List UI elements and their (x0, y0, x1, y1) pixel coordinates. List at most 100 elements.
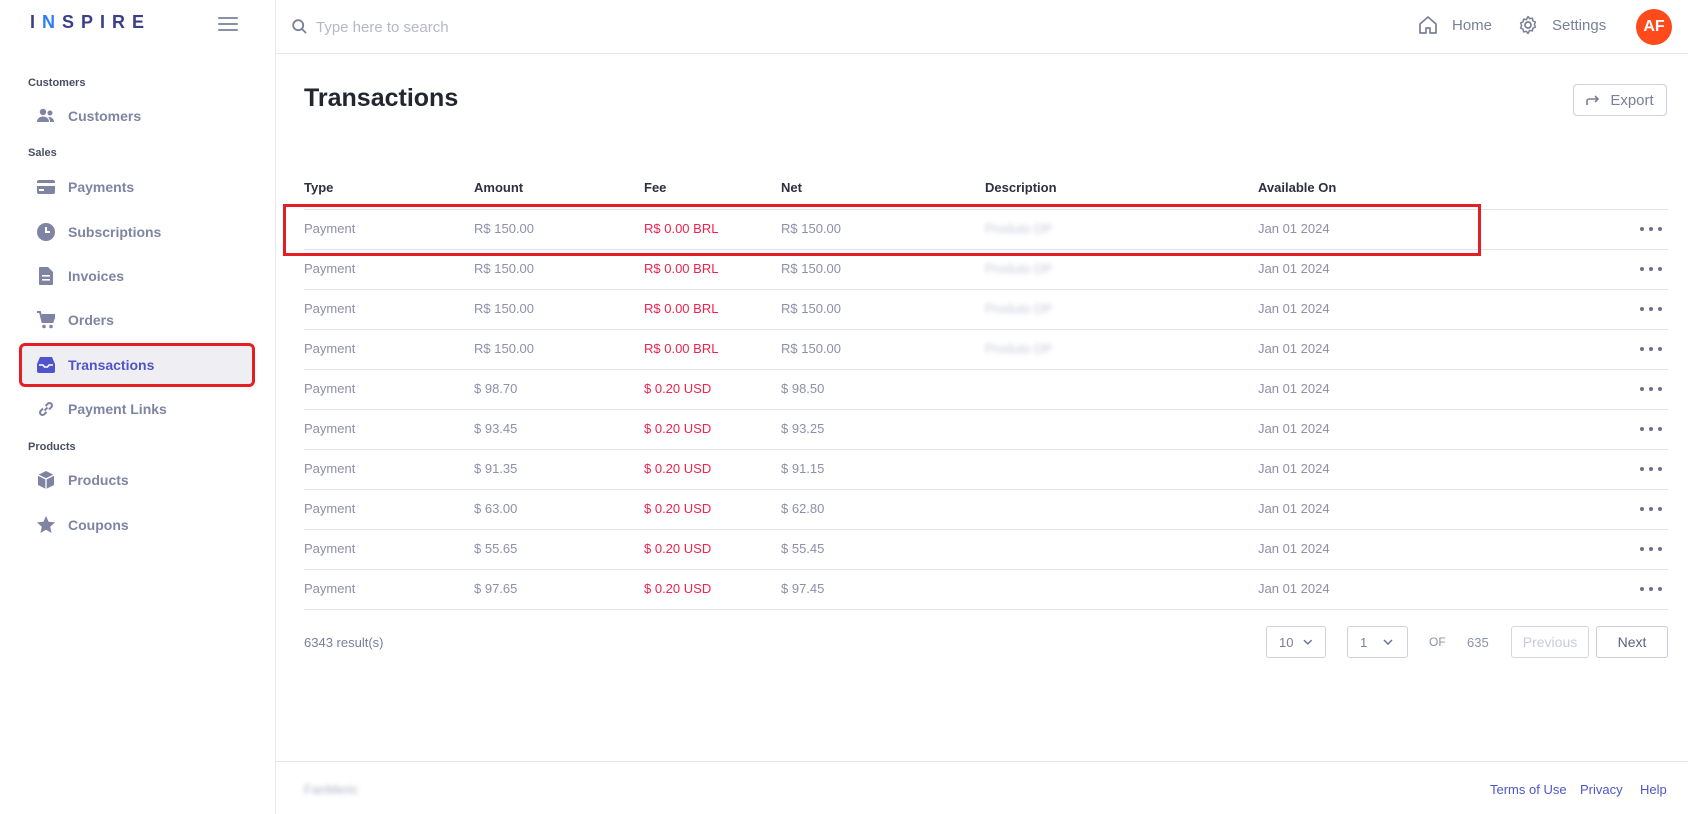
table-row[interactable]: Payment R$ 150.00 R$ 0.00 BRL R$ 150.00 … (304, 330, 1668, 370)
box-icon (36, 470, 56, 490)
settings-label: Settings (1552, 16, 1607, 34)
search-icon (292, 19, 307, 39)
footer-brand: FanMeric (304, 782, 359, 797)
more-options-icon[interactable] (1640, 540, 1662, 558)
help-link[interactable]: Help (1640, 782, 1667, 797)
privacy-link[interactable]: Privacy (1580, 782, 1623, 797)
link-icon (36, 399, 56, 419)
next-button[interactable]: Next (1596, 626, 1668, 658)
previous-button[interactable]: Previous (1511, 626, 1589, 658)
sidebar-item-payment-links[interactable]: Payment Links (22, 390, 252, 428)
more-options-icon[interactable] (1640, 420, 1662, 438)
cell-amount: $ 98.70 (474, 381, 518, 396)
table-row[interactable]: Payment $ 93.45 $ 0.20 USD $ 93.25 Jan 0… (304, 410, 1668, 450)
sidebar-item-subscriptions[interactable]: Subscriptions (22, 213, 252, 251)
document-icon (36, 266, 56, 286)
cell-net: $ 98.50 (781, 381, 825, 396)
sidebar-item-coupons[interactable]: Coupons (22, 506, 252, 544)
page-size-value: 10 (1279, 634, 1294, 650)
cell-net: $ 91.15 (781, 461, 825, 476)
table-row[interactable]: Payment R$ 150.00 R$ 0.00 BRL R$ 150.00 … (304, 250, 1668, 290)
cell-fee: $ 0.20 USD (644, 501, 712, 516)
cell-available-on: Jan 01 2024 (1258, 421, 1330, 436)
top-bar: Home Settings AF (276, 0, 1688, 54)
cell-type: Payment (304, 341, 356, 356)
table-row[interactable]: Payment $ 91.35 $ 0.20 USD $ 91.15 Jan 0… (304, 450, 1668, 490)
cell-amount: $ 91.35 (474, 461, 518, 476)
more-options-icon[interactable] (1640, 340, 1662, 358)
cell-type: Payment (304, 581, 356, 596)
column-header-amount[interactable]: Amount (474, 180, 523, 195)
sidebar-item-label: Customers (68, 108, 142, 124)
more-options-icon[interactable] (1640, 220, 1662, 238)
cell-description: Produto DP (985, 261, 1053, 276)
table-row[interactable]: Payment R$ 150.00 R$ 0.00 BRL R$ 150.00 … (304, 290, 1668, 330)
more-options-icon[interactable] (1640, 580, 1662, 598)
terms-link[interactable]: Terms of Use (1490, 782, 1567, 797)
home-icon (1419, 16, 1437, 34)
home-link[interactable]: Home (1418, 15, 1492, 35)
sidebar-item-payments[interactable]: Payments (22, 168, 252, 206)
column-header-description[interactable]: Description (985, 180, 1057, 195)
cell-available-on: Jan 01 2024 (1258, 221, 1330, 236)
cell-available-on: Jan 01 2024 (1258, 261, 1330, 276)
export-button[interactable]: Export (1573, 84, 1667, 116)
brand-logo[interactable]: INSPIRE (30, 12, 151, 33)
page-number-value: 1 (1360, 634, 1368, 650)
cell-available-on: Jan 01 2024 (1258, 581, 1330, 596)
column-header-type[interactable]: Type (304, 180, 333, 195)
sidebar-item-label: Invoices (68, 268, 125, 284)
cell-description: Produto DP (985, 301, 1053, 316)
star-icon (36, 515, 56, 535)
chevron-down-icon (1303, 639, 1313, 645)
avatar[interactable]: AF (1636, 9, 1672, 45)
table-row[interactable]: Payment R$ 150.00 R$ 0.00 BRL R$ 150.00 … (304, 210, 1668, 250)
cell-amount: $ 55.65 (474, 541, 518, 556)
cell-fee: $ 0.20 USD (644, 461, 712, 476)
settings-link[interactable]: Settings (1518, 15, 1606, 35)
table-row[interactable]: Payment $ 97.65 $ 0.20 USD $ 97.45 Jan 0… (304, 570, 1668, 610)
sidebar-item-customers[interactable]: Customers (22, 97, 252, 135)
sidebar-item-orders[interactable]: Orders (22, 301, 252, 339)
more-options-icon[interactable] (1640, 460, 1662, 478)
more-options-icon[interactable] (1640, 380, 1662, 398)
cell-type: Payment (304, 421, 356, 436)
forward-arrow-icon (1586, 95, 1600, 105)
search-input[interactable] (316, 13, 816, 41)
table-row[interactable]: Payment $ 55.65 $ 0.20 USD $ 55.45 Jan 0… (304, 530, 1668, 570)
sidebar-item-transactions[interactable]: Transactions (19, 343, 255, 387)
table-row[interactable]: Payment $ 98.70 $ 0.20 USD $ 98.50 Jan 0… (304, 370, 1668, 410)
column-header-fee[interactable]: Fee (644, 180, 666, 195)
page-size-select[interactable]: 10 (1266, 626, 1326, 658)
cell-net: R$ 150.00 (781, 261, 841, 276)
cell-type: Payment (304, 541, 356, 556)
column-header-available-on[interactable]: Available On (1258, 180, 1336, 195)
cell-amount: R$ 150.00 (474, 341, 534, 356)
sidebar-item-label: Orders (68, 312, 114, 328)
cell-available-on: Jan 01 2024 (1258, 461, 1330, 476)
cell-amount: R$ 150.00 (474, 221, 534, 236)
sidebar-item-label: Payments (68, 179, 135, 195)
menu-toggle-icon[interactable] (218, 17, 238, 33)
table-row[interactable]: Payment $ 63.00 $ 0.20 USD $ 62.80 Jan 0… (304, 490, 1668, 530)
cell-fee: R$ 0.00 BRL (644, 341, 719, 356)
cell-available-on: Jan 01 2024 (1258, 541, 1330, 556)
cell-type: Payment (304, 301, 356, 316)
cell-fee: $ 0.20 USD (644, 421, 712, 436)
cell-amount: R$ 150.00 (474, 301, 534, 316)
more-options-icon[interactable] (1640, 300, 1662, 318)
page-number-select[interactable]: 1 (1347, 626, 1408, 658)
sidebar-item-products[interactable]: Products (22, 461, 252, 499)
sidebar-item-invoices[interactable]: Invoices (22, 257, 252, 295)
cell-available-on: Jan 01 2024 (1258, 341, 1330, 356)
cell-net: $ 93.25 (781, 421, 825, 436)
more-options-icon[interactable] (1640, 260, 1662, 278)
more-options-icon[interactable] (1640, 500, 1662, 518)
export-label: Export (1610, 91, 1654, 109)
cell-description: Produto DP (985, 221, 1053, 236)
column-header-net[interactable]: Net (781, 180, 802, 195)
cell-amount: $ 63.00 (474, 501, 518, 516)
gear-icon (1519, 15, 1537, 35)
clock-icon (36, 222, 56, 242)
section-label-products: Products (28, 441, 76, 453)
